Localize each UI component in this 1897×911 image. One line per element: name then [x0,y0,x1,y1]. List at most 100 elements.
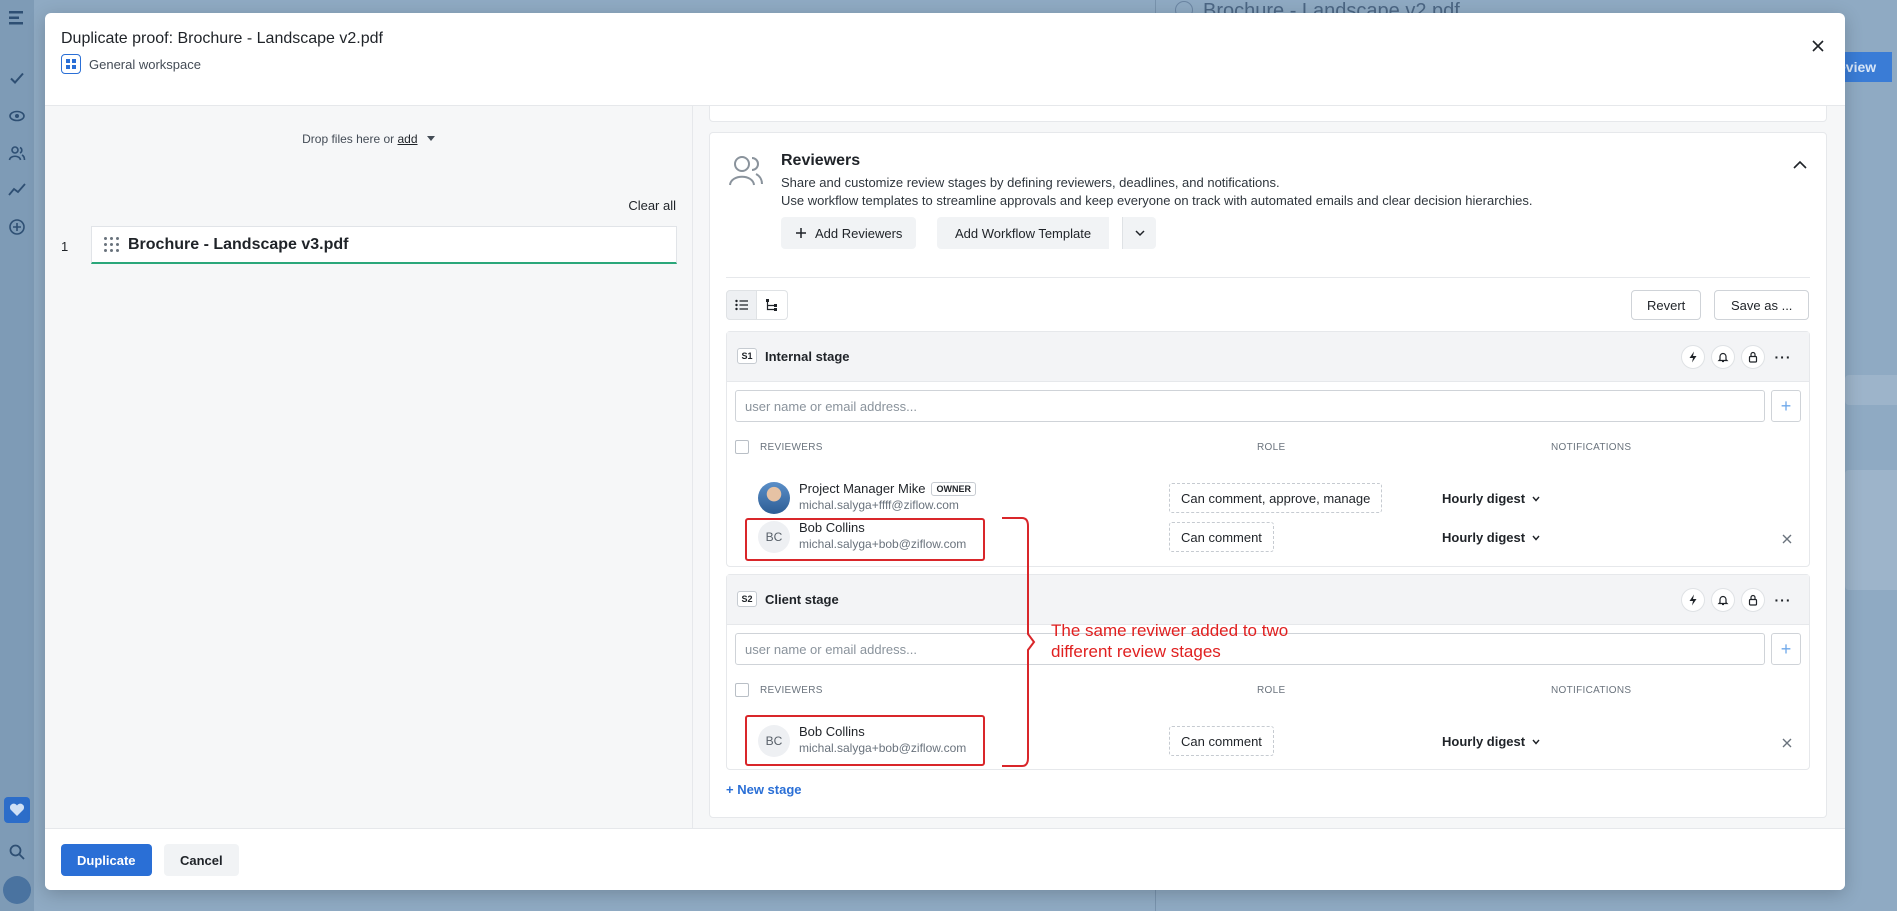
notifications-button[interactable] [1711,345,1735,369]
add-files-link[interactable]: add [398,132,418,146]
stage-badge: S2 [737,591,757,607]
view-toggle [726,290,788,320]
close-icon [1782,534,1792,544]
add-reviewer-plus-button[interactable]: + [1771,633,1801,665]
role-select[interactable]: Can comment, approve, manage [1169,483,1383,513]
reviewers-description-1: Share and customize review stages by def… [781,175,1280,190]
list-view-button[interactable] [726,290,757,320]
stage-client: S2 Client stage ··· user name or email a… [726,574,1810,770]
previous-card [709,106,1827,122]
role-select[interactable]: Can comment [1169,522,1274,552]
avatar-initials: BC [758,521,790,553]
background-select [1845,375,1897,405]
add-reviewers-button[interactable]: Add Reviewers [781,217,917,249]
bell-icon [1717,352,1729,363]
close-button[interactable] [1805,33,1831,59]
add-reviewers-label: Add Reviewers [815,225,903,241]
avatar-initials: BC [758,725,790,757]
col-header-notifications: NOTIFICATIONS [1551,442,1632,453]
avatar [758,482,790,514]
drop-zone[interactable]: Drop files here or add [45,132,692,146]
workspace-name: General workspace [89,56,201,72]
app-menu-icon[interactable] [5,6,29,30]
reviewer-email: michal.salyga+bob@ziflow.com [799,741,967,755]
chevron-down-icon [1134,230,1145,237]
stage-header: S1 Internal stage ··· [727,332,1809,382]
select-all-checkbox[interactable] [735,440,749,454]
heart-icon[interactable] [4,797,30,823]
automation-button[interactable] [1681,588,1705,612]
notifications-button[interactable] [1711,588,1735,612]
revert-button[interactable]: Revert [1631,290,1702,320]
annotation-line-1: The same reviwer added to two [1051,621,1289,640]
workspace-row: General workspace [61,54,201,74]
search-icon[interactable] [5,840,29,864]
file-row[interactable]: Brochure - Landscape v3.pdf [91,226,677,264]
reviewer-search-input[interactable] [735,390,1765,422]
notification-select[interactable]: Hourly digest [1442,734,1541,749]
modal-footer: Duplicate Cancel [45,828,1845,890]
duplicate-proof-modal: Duplicate proof: Brochure - Landscape v2… [45,13,1845,890]
drag-handle-icon[interactable] [104,236,119,253]
users-icon[interactable] [5,141,29,165]
col-header-role: ROLE [1257,685,1286,696]
stage-more-button[interactable]: ··· [1771,588,1795,612]
stage-actions: ··· [1681,588,1795,612]
hierarchy-icon [766,299,777,311]
lock-icon [1748,594,1758,606]
notification-label: Hourly digest [1442,734,1526,749]
lock-button[interactable] [1741,345,1765,369]
stage-more-button[interactable]: ··· [1771,345,1795,369]
owner-badge: OWNER [931,482,976,496]
add-workflow-template-button[interactable]: Add Workflow Template [937,217,1110,249]
file-index: 1 [61,239,69,254]
annotation-line-2: different review stages [1051,642,1221,661]
reviewer-email: michal.salyga+bob@ziflow.com [799,537,967,551]
remove-reviewer-button[interactable] [1779,531,1795,547]
close-icon [1812,40,1824,52]
chevron-down-icon [1532,739,1540,745]
reviewer-name: Bob Collins [799,724,865,739]
tree-view-button[interactable] [757,290,788,320]
user-avatar[interactable] [3,876,31,904]
reviewers-title: Reviewers [781,152,861,169]
col-header-reviewers: REVIEWERS [760,685,823,696]
settings-pane: Reviewers Share and customize review sta… [693,106,1845,828]
clear-all-button[interactable]: Clear all [628,198,676,213]
annotation-text: The same reviwer added to two different … [1051,620,1351,662]
background-card [1845,470,1897,590]
select-all-checkbox[interactable] [735,683,749,697]
analytics-icon[interactable] [5,178,29,202]
reviewer-name-text: Project Manager Mike [799,481,926,496]
notification-select[interactable]: Hourly digest [1442,530,1541,545]
workspace-icon [61,54,81,74]
role-select[interactable]: Can comment [1169,726,1274,756]
add-reviewer-plus-button[interactable]: + [1771,390,1801,422]
file-name: Brochure - Landscape v3.pdf [128,235,349,253]
save-as-button[interactable]: Save as ... [1714,290,1810,320]
chevron-up-icon[interactable] [1790,155,1810,175]
modal-header: Duplicate proof: Brochure - Landscape v2… [45,13,1845,106]
add-files-caret-icon[interactable] [426,136,435,141]
add-circle-icon[interactable] [5,215,29,239]
col-header-notifications: NOTIFICATIONS [1551,685,1632,696]
remove-reviewer-button[interactable] [1779,735,1795,751]
notification-select[interactable]: Hourly digest [1442,491,1541,506]
stage-name: Internal stage [765,349,850,364]
check-icon[interactable] [5,66,29,90]
eye-icon[interactable] [5,104,29,128]
notification-label: Hourly digest [1442,491,1526,506]
add-workflow-template-label: Add Workflow Template [955,225,1092,241]
duplicate-button[interactable]: Duplicate [61,844,152,876]
divider [726,277,1810,278]
stage-badge: S1 [737,348,757,364]
automation-button[interactable] [1681,345,1705,369]
new-stage-link[interactable]: + New stage [726,782,802,797]
cancel-button[interactable]: Cancel [164,844,239,876]
col-header-reviewers: REVIEWERS [760,442,823,453]
reviewers-users-icon [729,156,763,186]
workflow-template-dropdown[interactable] [1122,217,1156,249]
lock-button[interactable] [1741,588,1765,612]
modal-title: Duplicate proof: Brochure - Landscape v2… [61,30,383,47]
reviewers-card: Reviewers Share and customize review sta… [709,132,1827,818]
